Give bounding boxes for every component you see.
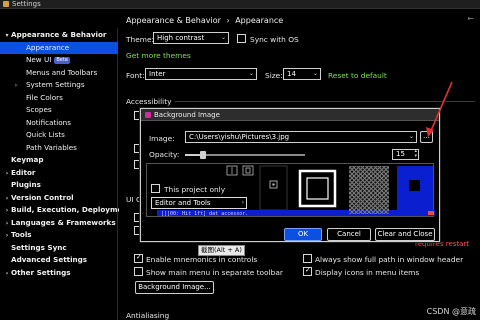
annotation-arrow-line <box>429 81 453 134</box>
annotation-arrow-icon <box>426 81 453 137</box>
watermark: CSDN @意疏 <box>426 307 476 316</box>
